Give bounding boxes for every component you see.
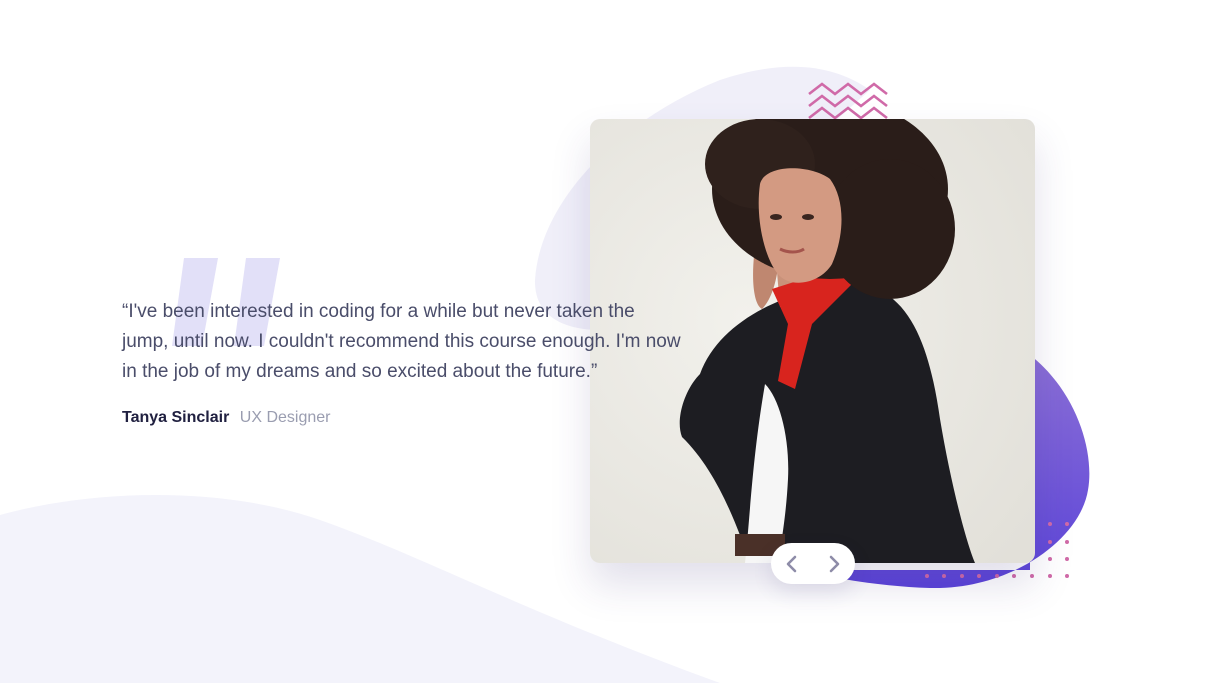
chevron-right-icon — [829, 555, 840, 572]
testimonial-author: Tanya Sinclair UX Designer — [122, 409, 682, 427]
chevron-left-icon — [786, 555, 797, 572]
zigzag-decoration-icon — [808, 82, 888, 120]
author-name: Tanya Sinclair — [122, 409, 230, 426]
next-button[interactable] — [817, 547, 851, 581]
slider-navigation — [771, 543, 855, 584]
author-role: UX Designer — [239, 409, 331, 426]
testimonial: “I've been interested in coding for a wh… — [122, 297, 682, 427]
previous-button[interactable] — [775, 547, 809, 581]
testimonial-quote: “I've been interested in coding for a wh… — [122, 301, 681, 382]
